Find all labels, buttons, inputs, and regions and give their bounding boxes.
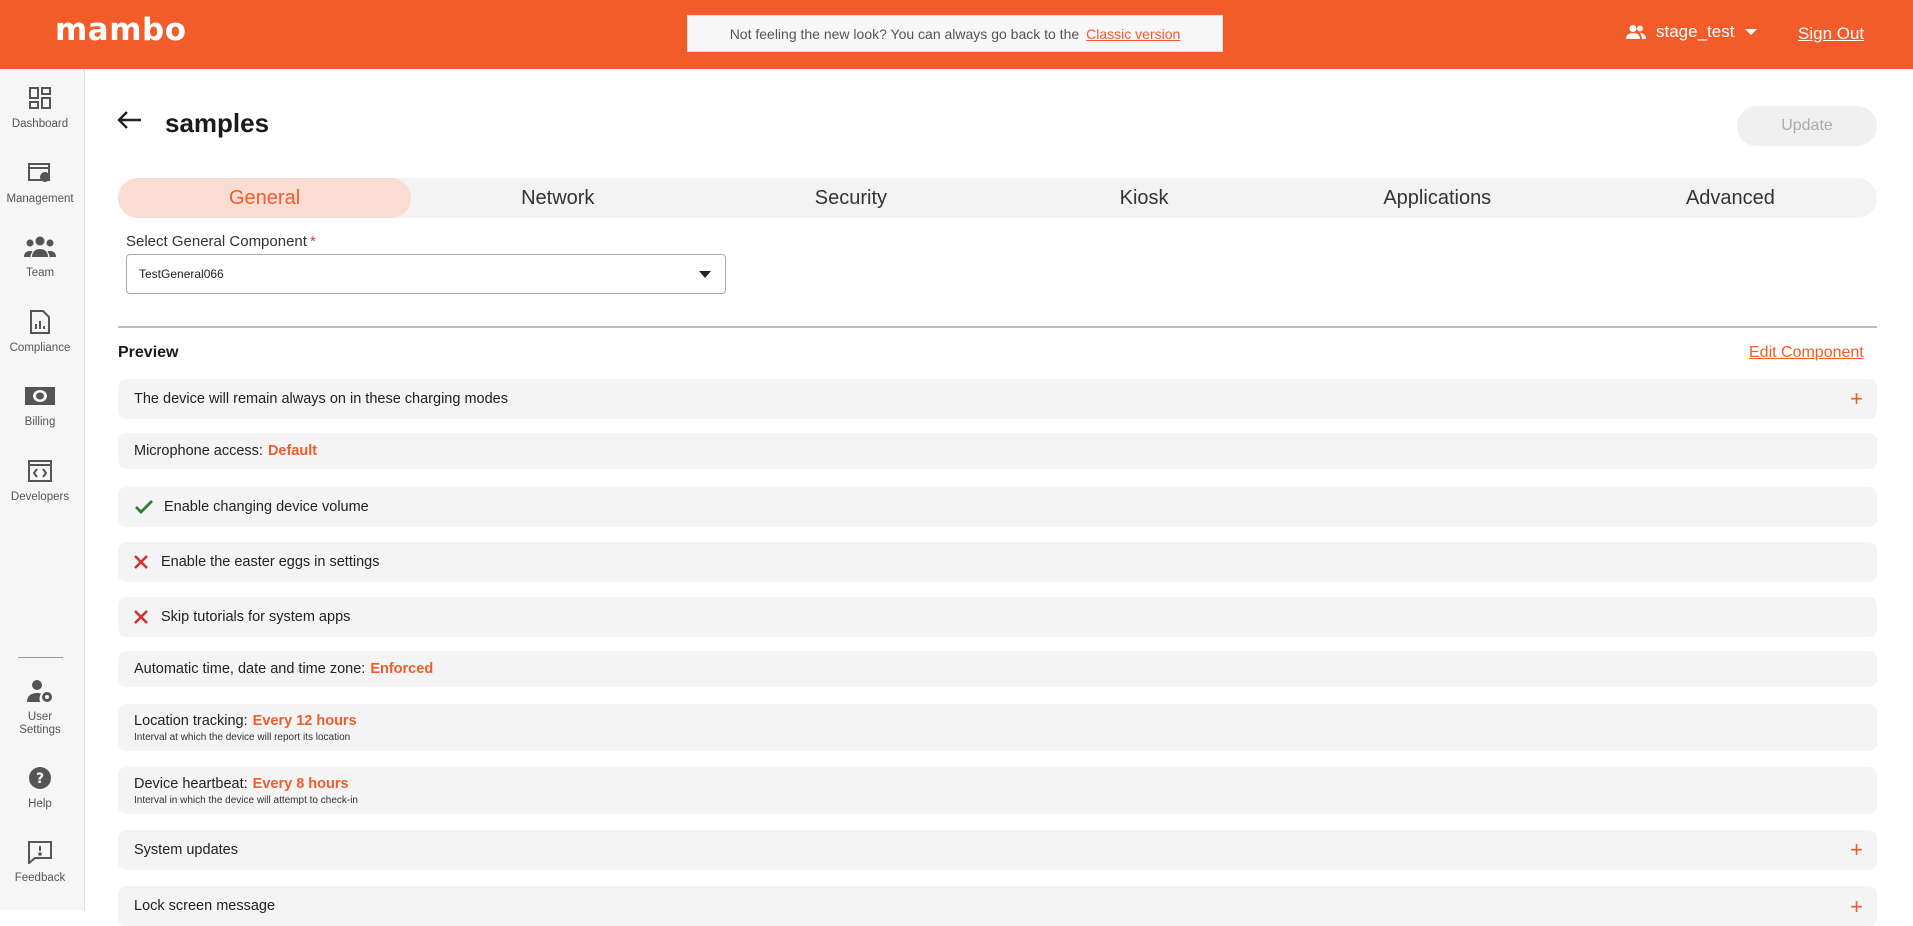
- close-icon: [134, 555, 161, 569]
- component-select[interactable]: TestGeneral066: [126, 254, 726, 294]
- row-subtext: Interval at which the device will report…: [134, 731, 351, 743]
- sidebar-item-label: Dashboard: [11, 118, 69, 130]
- arrow-left-icon: [117, 111, 141, 129]
- sidebar-item-label: Compliance: [9, 342, 71, 354]
- sidebar-item-management[interactable]: Management: [0, 159, 80, 205]
- update-button[interactable]: Update: [1737, 106, 1877, 146]
- classic-version-link[interactable]: Classic version: [1086, 26, 1180, 42]
- tab-network[interactable]: Network: [411, 178, 704, 218]
- row-text: System updates: [134, 842, 238, 858]
- user-menu[interactable]: stage_test: [1625, 22, 1767, 42]
- preview-row-charging-modes[interactable]: The device will remain always on in thes…: [118, 379, 1877, 419]
- row-main: Location tracking: Every 12 hours: [134, 713, 357, 729]
- row-text: Device heartbeat:: [134, 775, 248, 792]
- dashboard-icon: [29, 87, 51, 109]
- component-select-label: Select General Component *: [126, 233, 316, 250]
- developers-icon: [28, 460, 52, 482]
- tab-kiosk[interactable]: Kiosk: [998, 178, 1291, 218]
- team-icon: [24, 236, 56, 257]
- sidebar-item-label: Management: [6, 193, 74, 205]
- preview-row-lock-screen[interactable]: Lock screen message +: [118, 886, 1877, 926]
- plus-icon[interactable]: +: [1850, 388, 1863, 410]
- plus-icon[interactable]: +: [1850, 896, 1863, 918]
- back-button[interactable]: [116, 110, 142, 135]
- plus-icon[interactable]: +: [1850, 839, 1863, 861]
- preview-row-easter-eggs: Enable the easter eggs in settings: [118, 542, 1877, 582]
- sidebar-item-label: User Settings: [19, 711, 61, 737]
- preview-row-microphone: Microphone access: Default: [118, 433, 1877, 469]
- mambo-logo[interactable]: mambo: [55, 12, 187, 48]
- preview-row-auto-time: Automatic time, date and time zone: Enfor…: [118, 651, 1877, 687]
- notice-text: Not feeling the new look? You can always…: [729, 25, 1080, 42]
- tab-advanced[interactable]: Advanced: [1584, 178, 1877, 218]
- row-text: Automatic time, date and time zone:: [134, 661, 366, 677]
- user-group-icon: [1626, 25, 1646, 39]
- page-title: samples: [165, 108, 270, 138]
- classic-version-notice: Not feeling the new look? You can always…: [687, 15, 1223, 52]
- row-text: The device will remain always on in thes…: [134, 391, 508, 407]
- row-value: Enforced: [370, 661, 434, 677]
- svg-text:?: ?: [36, 771, 44, 787]
- row-text: Microphone access:: [134, 443, 263, 459]
- compliance-icon: [30, 310, 50, 334]
- sidebar-item-compliance[interactable]: Compliance: [0, 308, 80, 354]
- preview-heading: Preview: [118, 344, 179, 361]
- row-text: Enable the easter eggs in settings: [161, 554, 380, 570]
- component-select-value: TestGeneral066: [139, 267, 224, 281]
- close-icon: [134, 610, 161, 624]
- sidebar-item-label: Developers: [10, 491, 70, 503]
- preview-row-skip-tutorials: Skip tutorials for system apps: [118, 597, 1877, 637]
- chevron-down-icon: [1745, 29, 1758, 35]
- preview-row-device-volume: Enable changing device volume: [118, 487, 1877, 527]
- required-mark: *: [309, 233, 316, 250]
- sidebar-item-label: Team: [25, 267, 55, 279]
- row-text: Lock screen message: [134, 898, 276, 914]
- dropdown-caret-icon: [699, 271, 711, 278]
- sidebar-item-team[interactable]: Team: [0, 233, 80, 279]
- row-main: Device heartbeat: Every 8 hours: [134, 776, 349, 792]
- user-settings-icon: [27, 680, 52, 702]
- sidebar-item-user-settings[interactable]: User Settings: [0, 677, 80, 737]
- billing-icon: [25, 387, 55, 405]
- row-value: Every 8 hours: [252, 775, 349, 792]
- edit-component-link[interactable]: Edit Component: [1749, 344, 1864, 362]
- sidebar-item-developers[interactable]: Developers: [0, 457, 80, 503]
- top-bar: mambo Not feeling the new look? You can …: [0, 0, 1913, 69]
- sidebar: Dashboard Management Team Compliance Bil…: [0, 69, 85, 910]
- row-text: Location tracking:: [134, 712, 248, 729]
- username: stage_test: [1656, 22, 1735, 41]
- help-icon: ?: [29, 767, 51, 789]
- sidebar-item-feedback[interactable]: Feedback: [0, 838, 80, 884]
- feedback-icon: [28, 841, 52, 864]
- sidebar-item-help[interactable]: ? Help: [0, 764, 80, 810]
- preview-row-system-updates[interactable]: System updates +: [118, 830, 1877, 870]
- sidebar-item-billing[interactable]: Billing: [0, 382, 80, 428]
- sidebar-item-dashboard[interactable]: Dashboard: [0, 84, 80, 130]
- sidebar-item-label: Billing: [24, 416, 56, 428]
- tab-applications[interactable]: Applications: [1291, 178, 1584, 218]
- sidebar-divider: [18, 657, 63, 658]
- tab-general[interactable]: General: [118, 178, 412, 218]
- preview-row-location-tracking: Location tracking: Every 12 hours Interva…: [118, 704, 1877, 751]
- row-value: Every 12 hours: [252, 712, 357, 729]
- preview-row-device-heartbeat: Device heartbeat: Every 8 hours Interval …: [118, 767, 1877, 814]
- row-subtext: Interval in which the device will attemp…: [134, 794, 358, 806]
- component-select-label-text: Select General Component: [126, 233, 307, 250]
- row-value: Default: [267, 443, 318, 459]
- management-icon: [28, 163, 50, 182]
- check-icon: [134, 499, 164, 515]
- tab-security[interactable]: Security: [704, 178, 997, 218]
- tab-bar: General Network Security Kiosk Applicati…: [118, 178, 1877, 218]
- sidebar-item-label: Help: [28, 798, 52, 810]
- section-divider: [118, 326, 1877, 328]
- sidebar-item-label: Feedback: [14, 872, 66, 884]
- row-text: Skip tutorials for system apps: [161, 609, 351, 625]
- row-text: Enable changing device volume: [164, 499, 369, 515]
- sign-out-link[interactable]: Sign Out: [1798, 24, 1864, 44]
